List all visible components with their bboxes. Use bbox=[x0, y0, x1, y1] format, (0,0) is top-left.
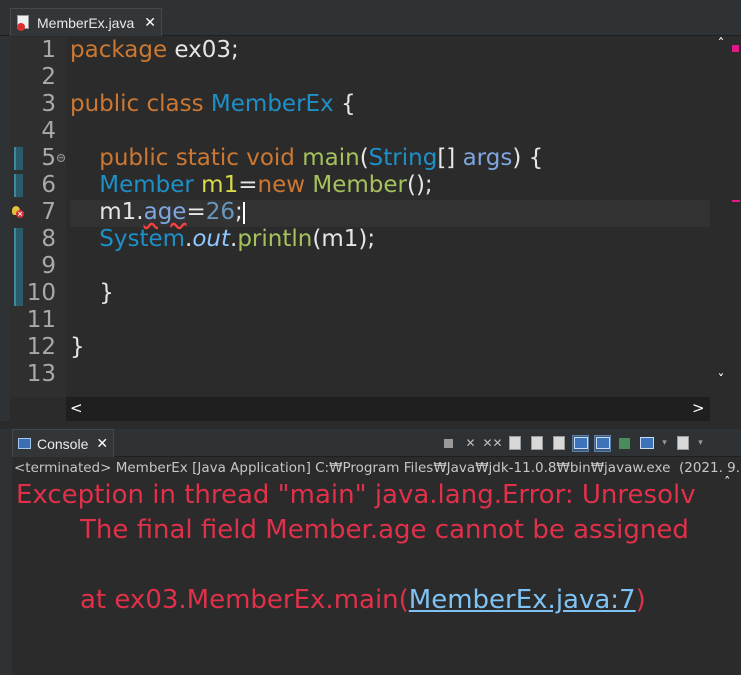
console-vertical-scrollbar[interactable]: ˆ bbox=[722, 476, 741, 675]
code-text: = bbox=[238, 172, 258, 198]
stack-trace-suffix: ) bbox=[635, 585, 646, 615]
chevron-down-icon[interactable]: ▾ bbox=[696, 435, 705, 452]
keyword: public static void bbox=[99, 145, 295, 171]
keyword: new bbox=[257, 172, 306, 198]
error-field-reference[interactable]: age bbox=[144, 199, 187, 225]
tab-label: MemberEx.java bbox=[37, 14, 135, 31]
code-line-1: package ex03; bbox=[70, 37, 239, 63]
code-line-3: public class MemberEx { bbox=[70, 91, 356, 117]
stack-trace-prefix: at ex03.MemberEx.main( bbox=[80, 585, 409, 615]
code-text: (); bbox=[406, 172, 433, 198]
code-text: ex03; bbox=[167, 37, 239, 63]
chevron-down-icon[interactable]: ▾ bbox=[660, 435, 669, 452]
code-line-7: m1.age=26; bbox=[70, 199, 245, 225]
line-number: 1 bbox=[41, 37, 56, 63]
editor-horizontal-scrollbar[interactable]: < > bbox=[66, 397, 710, 421]
line-number: 13 bbox=[26, 361, 56, 387]
line-number: 12 bbox=[26, 334, 56, 360]
code-line-8: System.out.println(m1); bbox=[70, 226, 375, 252]
method-name: Member bbox=[305, 172, 407, 198]
display-selected-console-icon[interactable] bbox=[638, 435, 655, 452]
tab-console[interactable]: Console ✕ bbox=[12, 429, 114, 457]
code-text: { bbox=[333, 91, 356, 117]
console-tab-bar: Console ✕ ✕ ✕✕ ▾ ▾ bbox=[0, 429, 741, 457]
number-literal: 26 bbox=[205, 199, 236, 225]
close-icon[interactable]: ✕ bbox=[144, 15, 156, 31]
code-text: ( bbox=[359, 145, 369, 171]
type-name: System bbox=[99, 226, 186, 252]
code-text: [] bbox=[437, 145, 463, 171]
code-line-5: public static void main(String[] args) { bbox=[70, 145, 543, 171]
view-separator bbox=[0, 421, 741, 429]
keyword: package bbox=[70, 37, 168, 63]
show-on-stderr-icon[interactable] bbox=[594, 434, 611, 452]
word-wrap-icon[interactable] bbox=[550, 435, 567, 452]
type-name: String bbox=[368, 145, 438, 171]
console-left-edge bbox=[0, 429, 12, 675]
stack-trace-line: at ex03.MemberEx.main(MemberEx.java:7) bbox=[80, 585, 646, 615]
process-info: <terminated> MemberEx [Java Application]… bbox=[14, 460, 741, 476]
code-line-10: } bbox=[70, 280, 114, 306]
editor-tab-bar: MemberEx.java ✕ bbox=[0, 0, 741, 36]
console-toolbar: ✕ ✕✕ ▾ ▾ bbox=[440, 433, 705, 453]
fold-collapse-icon[interactable]: − bbox=[57, 154, 65, 162]
clear-console-icon[interactable] bbox=[506, 435, 523, 452]
method-name: main bbox=[294, 145, 360, 171]
line-number: 2 bbox=[41, 64, 56, 90]
line-number-gutter: 1 2 3 4 5 6 7 8 9 10 11 12 13 − × bbox=[10, 37, 66, 397]
scroll-left-icon[interactable]: < bbox=[70, 399, 83, 417]
method-name: println bbox=[237, 226, 313, 252]
variable-name: m1 bbox=[193, 172, 239, 198]
remove-all-terminated-icon[interactable]: ✕✕ bbox=[482, 435, 502, 452]
code-text: . bbox=[136, 199, 144, 225]
line-number: 4 bbox=[41, 118, 56, 144]
code-text: ) { bbox=[512, 145, 544, 171]
show-on-stdout-icon[interactable] bbox=[572, 434, 589, 452]
code-text: = bbox=[186, 199, 206, 225]
scroll-up-icon[interactable]: ˆ bbox=[724, 476, 731, 491]
pin-console-icon[interactable] bbox=[616, 435, 633, 452]
close-icon[interactable]: ✕ bbox=[96, 436, 108, 452]
static-field: out bbox=[192, 226, 231, 252]
code-text: ; bbox=[235, 199, 243, 225]
console-tab-label: Console bbox=[37, 435, 89, 452]
console-icon bbox=[18, 438, 31, 449]
open-console-icon[interactable] bbox=[674, 435, 691, 452]
change-marker bbox=[14, 147, 23, 170]
overview-ruler bbox=[724, 37, 741, 421]
text-cursor bbox=[242, 201, 245, 224]
code-text: m1 bbox=[99, 199, 137, 225]
parameter-name: args bbox=[462, 145, 513, 171]
remove-launch-icon[interactable]: ✕ bbox=[462, 435, 479, 452]
code-text-area[interactable]: package ex03; public class MemberEx { pu… bbox=[70, 37, 710, 397]
console-output[interactable]: <terminated> MemberEx [Java Application]… bbox=[12, 458, 741, 675]
line-number: 3 bbox=[41, 91, 56, 117]
error-quickfix-icon[interactable]: × bbox=[12, 206, 24, 218]
change-marker bbox=[14, 228, 23, 306]
tab-memberex-java[interactable]: MemberEx.java ✕ bbox=[10, 8, 162, 36]
code-line-6: Member m1=new Member(); bbox=[70, 172, 433, 198]
scroll-right-icon[interactable]: > bbox=[692, 399, 705, 417]
error-message-line: Exception in thread "main" java.lang.Err… bbox=[16, 480, 696, 510]
keyword: public class bbox=[70, 91, 204, 117]
scroll-lock-icon[interactable] bbox=[528, 435, 545, 452]
line-number: 11 bbox=[26, 307, 56, 333]
change-marker bbox=[14, 174, 23, 197]
error-summary-marker[interactable] bbox=[732, 45, 739, 52]
code-text: (m1); bbox=[312, 226, 376, 252]
code-line-12: } bbox=[70, 334, 85, 360]
error-annotation-marker[interactable] bbox=[732, 200, 740, 202]
stack-trace-link[interactable]: MemberEx.java:7 bbox=[409, 585, 636, 615]
code-editor[interactable]: 1 2 3 4 5 6 7 8 9 10 11 12 13 − × packag… bbox=[10, 37, 732, 421]
class-name: MemberEx bbox=[203, 91, 334, 117]
java-file-error-icon bbox=[17, 14, 31, 31]
error-detail-line: The final field Member.age cannot be ass… bbox=[80, 515, 689, 545]
terminate-icon[interactable] bbox=[440, 435, 457, 452]
editor-left-edge bbox=[0, 36, 10, 421]
type-name: Member bbox=[99, 172, 194, 198]
